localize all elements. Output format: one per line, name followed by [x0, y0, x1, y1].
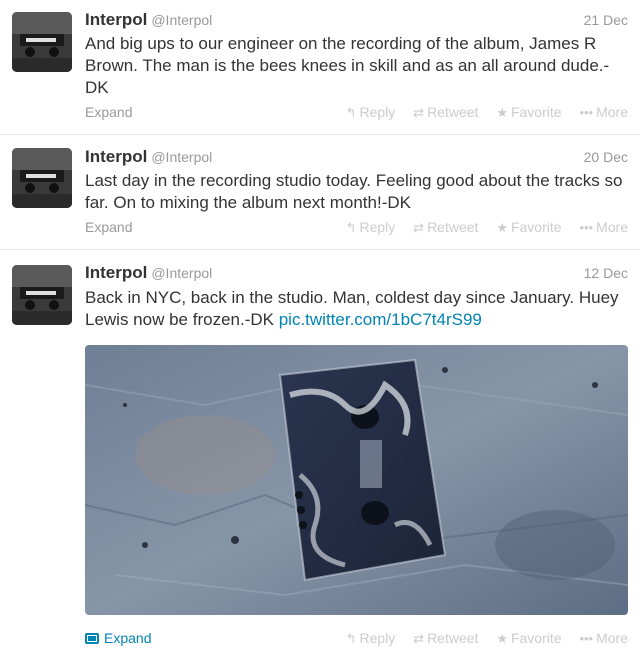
- author-name[interactable]: Interpol: [85, 10, 147, 29]
- reply-arrow-icon: ↰: [345, 220, 357, 235]
- tweet-actions: ↰ Reply ⇄ Retweet ★ Favorite ••• More: [332, 630, 628, 647]
- attached-photo[interactable]: [85, 345, 628, 615]
- avatar[interactable]: [12, 265, 72, 325]
- author-handle[interactable]: @Interpol: [151, 149, 212, 165]
- more-button[interactable]: ••• More: [579, 219, 628, 235]
- tweet-header: Interpol @Interpol 12 Dec: [85, 263, 628, 283]
- retweet-label: Retweet: [427, 104, 479, 120]
- retweet-button[interactable]: ⇄ Retweet: [413, 104, 478, 121]
- photo-icon: [85, 633, 99, 644]
- reply-arrow-icon: ↰: [345, 631, 357, 646]
- media-link[interactable]: pic.twitter.com/1bC7t4rS99: [279, 310, 482, 329]
- reply-button[interactable]: ↰ Reply: [346, 219, 396, 236]
- dots-icon: •••: [579, 105, 594, 120]
- tweet-date[interactable]: 12 Dec: [584, 265, 628, 281]
- author-handle[interactable]: @Interpol: [151, 265, 212, 281]
- more-button[interactable]: ••• More: [579, 630, 628, 646]
- more-button[interactable]: ••• More: [579, 104, 628, 120]
- expand-label: Expand: [104, 630, 152, 646]
- tweet-actions: ↰ Reply ⇄ Retweet ★ Favorite ••• More: [332, 104, 628, 121]
- reply-arrow-icon: ↰: [345, 105, 357, 120]
- tweet-text: Back in NYC, back in the studio. Man, co…: [85, 287, 625, 331]
- retweet-button[interactable]: ⇄ Retweet: [413, 219, 478, 236]
- tweet[interactable]: Interpol @Interpol 12 Dec Back in NYC, ba…: [0, 251, 640, 659]
- reply-button[interactable]: ↰ Reply: [346, 630, 396, 647]
- more-label: More: [596, 219, 628, 235]
- reply-label: Reply: [359, 630, 396, 646]
- dots-icon: •••: [579, 220, 594, 235]
- tweet-actions: ↰ Reply ⇄ Retweet ★ Favorite ••• More: [332, 219, 628, 236]
- tweet-text: And big ups to our engineer on the recor…: [85, 34, 610, 97]
- favorite-label: Favorite: [510, 630, 562, 646]
- reply-label: Reply: [359, 104, 396, 120]
- expand-link[interactable]: Expand: [85, 104, 132, 120]
- retweet-icon: ⇄: [413, 220, 425, 235]
- author-name[interactable]: Interpol: [85, 263, 147, 282]
- favorite-button[interactable]: ★ Favorite: [496, 104, 561, 121]
- author-name[interactable]: Interpol: [85, 147, 147, 166]
- retweet-icon: ⇄: [413, 631, 425, 646]
- expand-link[interactable]: Expand: [85, 630, 151, 646]
- favorite-button[interactable]: ★ Favorite: [496, 219, 561, 236]
- star-icon: ★: [496, 631, 508, 646]
- dots-icon: •••: [579, 631, 594, 646]
- tweet-header: Interpol @Interpol 20 Dec: [85, 147, 628, 167]
- star-icon: ★: [496, 105, 508, 120]
- tweet[interactable]: Interpol @Interpol 20 Dec Last day in the…: [0, 136, 640, 250]
- favorite-button[interactable]: ★ Favorite: [496, 630, 561, 647]
- retweet-button[interactable]: ⇄ Retweet: [413, 630, 478, 647]
- more-label: More: [596, 630, 628, 646]
- retweet-label: Retweet: [427, 219, 479, 235]
- tweet-date[interactable]: 20 Dec: [584, 149, 628, 165]
- more-label: More: [596, 104, 628, 120]
- tweet-text: Last day in the recording studio today. …: [85, 171, 623, 212]
- avatar[interactable]: [12, 148, 72, 208]
- favorite-label: Favorite: [510, 104, 562, 120]
- expand-link[interactable]: Expand: [85, 219, 132, 235]
- star-icon: ★: [496, 220, 508, 235]
- tweet-date[interactable]: 21 Dec: [584, 12, 628, 28]
- reply-label: Reply: [359, 219, 396, 235]
- reply-button[interactable]: ↰ Reply: [346, 104, 396, 121]
- retweet-label: Retweet: [427, 630, 479, 646]
- retweet-icon: ⇄: [413, 105, 425, 120]
- author-handle[interactable]: @Interpol: [151, 12, 212, 28]
- avatar[interactable]: [12, 12, 72, 72]
- tweet-header: Interpol @Interpol 21 Dec: [85, 10, 628, 30]
- tweet[interactable]: Interpol @Interpol 21 Dec And big ups to …: [0, 0, 640, 135]
- favorite-label: Favorite: [510, 219, 562, 235]
